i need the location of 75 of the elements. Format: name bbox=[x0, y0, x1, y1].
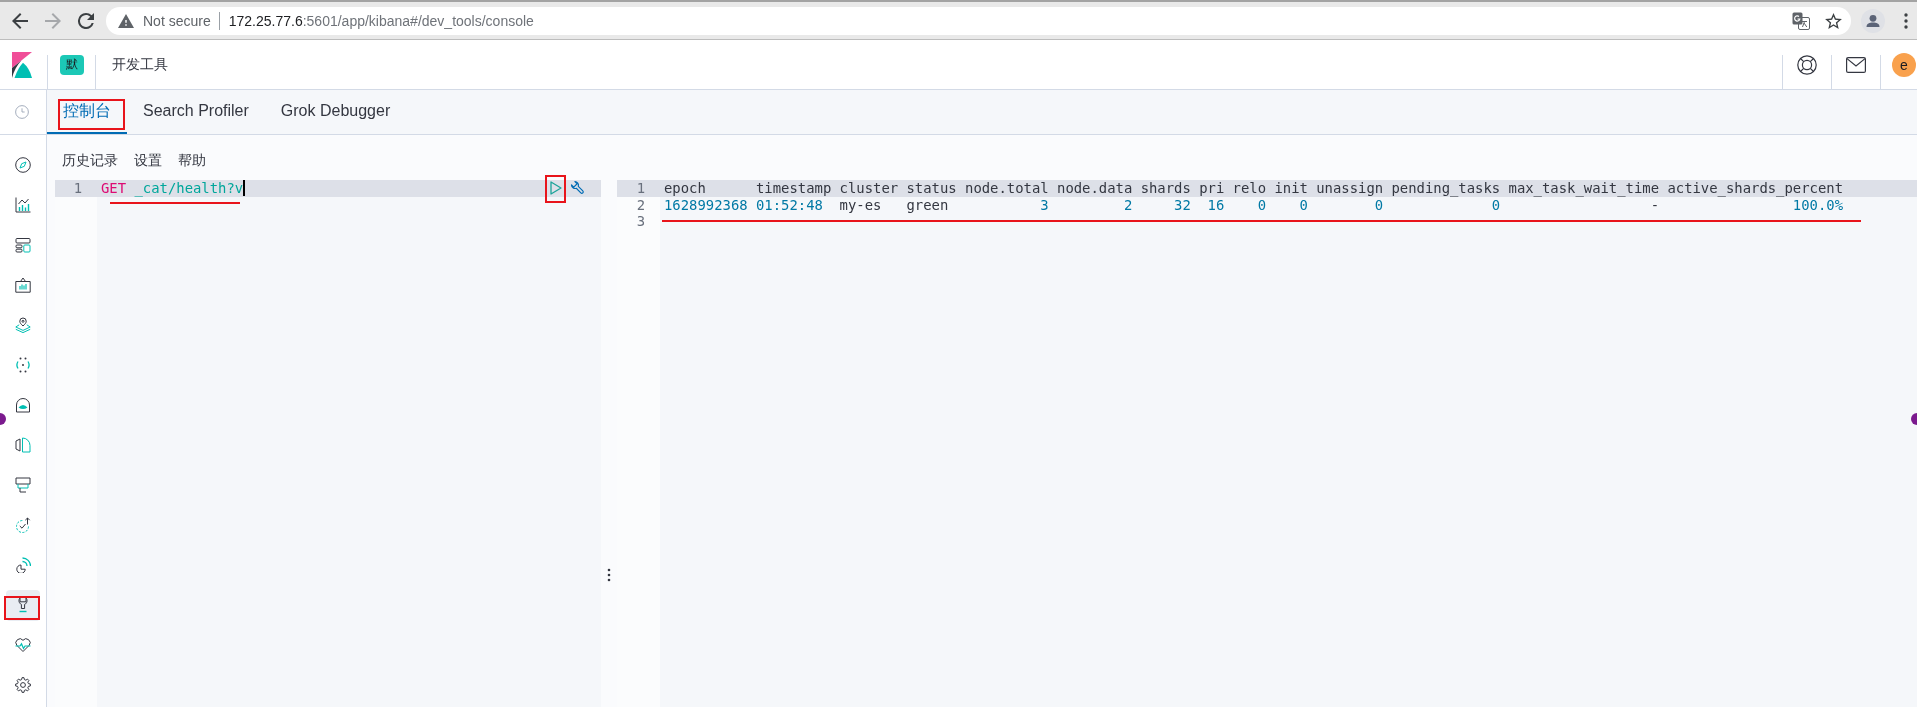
response-value: 0 bbox=[1299, 196, 1308, 213]
gear-icon bbox=[15, 677, 31, 693]
check-arrow-icon bbox=[15, 517, 31, 533]
tab[interactable]: Grok Debugger bbox=[264, 90, 407, 134]
response-value: 0 bbox=[1491, 196, 1501, 213]
menu-icon[interactable] bbox=[1904, 12, 1908, 29]
edge-marker-icon bbox=[1911, 413, 1917, 425]
translate-icon[interactable] bbox=[1792, 11, 1810, 30]
tab[interactable]: 控制台 bbox=[47, 90, 127, 134]
request-text: GET _cat/health?v bbox=[101, 180, 244, 197]
line-number: 1 bbox=[73, 180, 82, 197]
back-arrow-icon[interactable] bbox=[12, 12, 28, 29]
star-icon[interactable] bbox=[1825, 12, 1842, 29]
column-header: init bbox=[1274, 180, 1308, 197]
dots-brackets-icon bbox=[15, 357, 31, 373]
edge-marker-icon bbox=[0, 413, 6, 425]
response-value: 100.0% bbox=[1792, 196, 1843, 213]
compass-icon bbox=[15, 157, 31, 173]
response-value: - bbox=[1650, 196, 1660, 213]
column-header: relo bbox=[1232, 180, 1267, 197]
resize-handle-icon[interactable] bbox=[607, 568, 611, 582]
column-header: max_task_wait_time bbox=[1508, 180, 1660, 197]
user-avatar[interactable]: e bbox=[1892, 52, 1916, 77]
menu-link[interactable]: 帮助 bbox=[178, 152, 206, 170]
line-number: 1 bbox=[636, 180, 645, 197]
mail-icon[interactable] bbox=[1846, 56, 1866, 73]
tab[interactable]: Search Profiler bbox=[127, 90, 265, 134]
column-header: epoch bbox=[664, 180, 706, 197]
lifebuoy-icon[interactable] bbox=[1797, 54, 1817, 75]
map-pin-icon bbox=[15, 317, 31, 333]
response-value: 0 bbox=[1374, 196, 1384, 213]
dome-eye-icon bbox=[15, 397, 31, 413]
column-header: active_shards_percent bbox=[1667, 180, 1844, 197]
url-text: 172.25.77.6:5601/app/kibana#/dev_tools/console bbox=[228, 12, 534, 29]
profile-icon[interactable] bbox=[1861, 8, 1885, 33]
security-label: Not secure bbox=[143, 12, 211, 29]
response-value: 1628992368 bbox=[664, 196, 748, 213]
response-value: green bbox=[906, 196, 949, 213]
response-value: my-es bbox=[839, 196, 882, 213]
menu-link[interactable]: 设置 bbox=[134, 152, 162, 170]
response-value: 2 bbox=[1123, 196, 1133, 213]
line-number: 2 bbox=[636, 196, 645, 213]
menu-link[interactable]: 历史记录 bbox=[62, 152, 118, 170]
column-header: unassign bbox=[1316, 180, 1384, 197]
shapes-icon bbox=[15, 437, 31, 453]
column-header: node.data bbox=[1057, 180, 1133, 197]
column-header: pri bbox=[1199, 180, 1225, 197]
response-value: 0 bbox=[1257, 196, 1267, 213]
chart-icon bbox=[15, 197, 31, 213]
logo-icon[interactable] bbox=[12, 51, 32, 78]
column-header: node.total bbox=[965, 180, 1049, 197]
column-header: timestamp bbox=[756, 180, 832, 197]
response-value: 16 bbox=[1207, 196, 1225, 213]
heart-pulse-icon bbox=[15, 637, 31, 653]
line-number: 3 bbox=[636, 213, 645, 230]
column-header: pending_tasks bbox=[1391, 180, 1501, 197]
warning-icon bbox=[118, 13, 134, 28]
monitor-icon bbox=[15, 477, 31, 493]
dashboard-icon bbox=[15, 237, 31, 253]
response-value: 3 bbox=[1040, 196, 1049, 213]
reload-icon[interactable] bbox=[78, 12, 94, 29]
breadcrumb: 开发工具 bbox=[112, 55, 168, 74]
response-value: 01:52:48 bbox=[756, 196, 823, 213]
address-bar[interactable]: Not secure 172.25.77.6:5601/app/kibana#/dev_tools/console bbox=[106, 6, 1851, 35]
column-header: cluster bbox=[839, 180, 899, 197]
wrench-icon bbox=[15, 597, 31, 613]
wrench-icon[interactable] bbox=[570, 180, 586, 197]
easel-icon bbox=[15, 277, 31, 293]
column-header: status bbox=[906, 180, 957, 197]
request-editor[interactable]: 1 GET _cat/health?v bbox=[55, 175, 601, 707]
response-value: 32 bbox=[1174, 196, 1191, 213]
column-header: shards bbox=[1140, 180, 1191, 197]
pie-signal-icon bbox=[15, 557, 31, 573]
text-cursor bbox=[243, 180, 246, 197]
space-badge[interactable]: 默 bbox=[60, 54, 84, 75]
